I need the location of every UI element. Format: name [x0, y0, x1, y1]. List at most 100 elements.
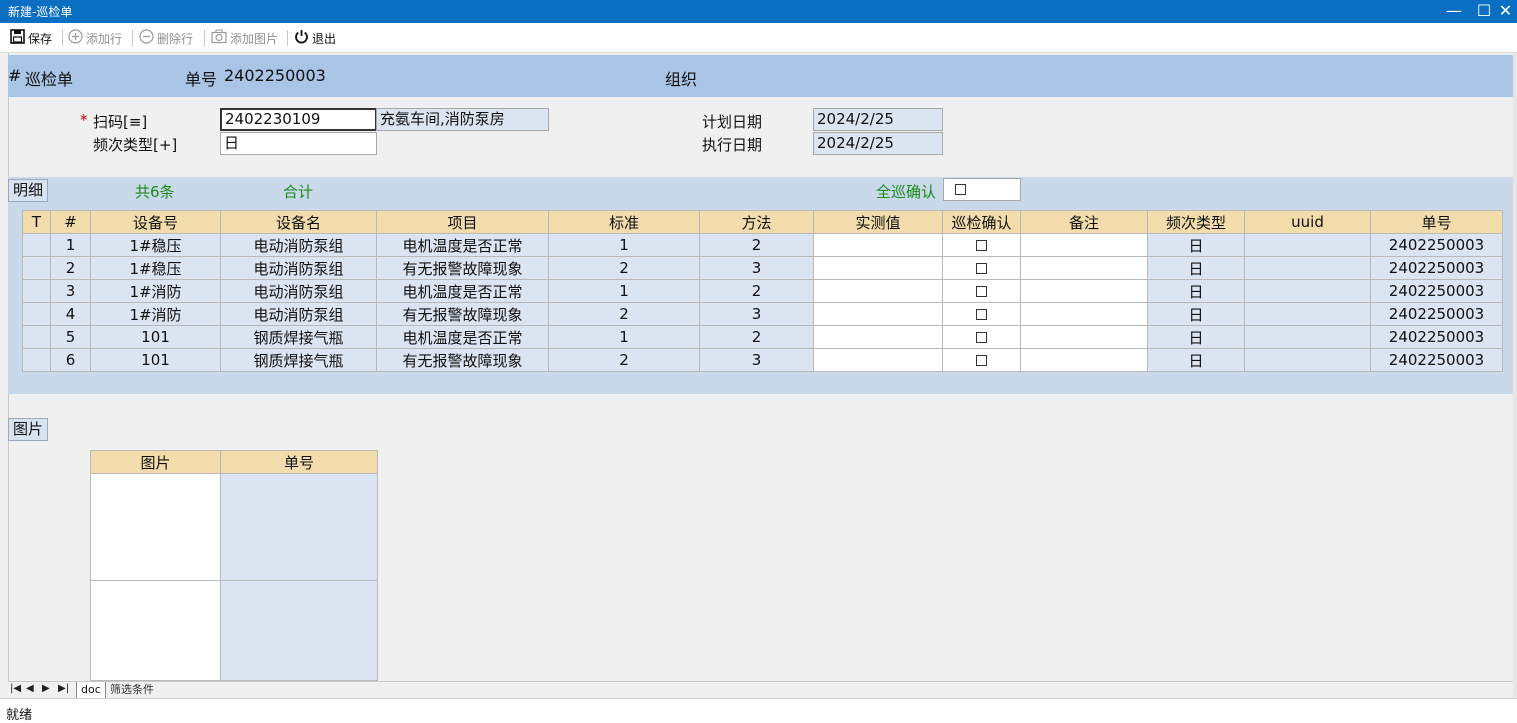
cell-measured[interactable]	[813, 279, 943, 303]
add-image-button[interactable]: 添加图片	[211, 28, 278, 48]
col-header-device-no[interactable]: 设备号	[90, 210, 221, 234]
cell-freq[interactable]: 日	[1147, 256, 1245, 280]
table-row[interactable]: 5 101 钢质焊接气瓶 电机温度是否正常 1 2 日 2402250003	[22, 325, 1503, 349]
image-order-cell[interactable]	[220, 473, 378, 581]
last-sheet-icon[interactable]: ▶|	[58, 683, 69, 694]
cell-uuid[interactable]	[1244, 233, 1371, 257]
prev-sheet-icon[interactable]: ◀	[26, 683, 34, 694]
images-tab[interactable]: 图片	[8, 418, 49, 441]
cell-confirm[interactable]	[942, 233, 1021, 257]
cell-method[interactable]: 2	[699, 325, 814, 349]
cell-method[interactable]: 2	[699, 233, 814, 257]
cell-standard[interactable]: 1	[548, 279, 700, 303]
cell-confirm[interactable]	[942, 325, 1021, 349]
cell-method[interactable]: 3	[699, 256, 814, 280]
col-header-device-name[interactable]: 设备名	[220, 210, 377, 234]
cell-uuid[interactable]	[1244, 348, 1371, 372]
table-row[interactable]: 4 1#消防 电动消防泵组 有无报警故障现象 2 3 日 2402250003	[22, 302, 1503, 326]
col-header-index[interactable]: #	[50, 210, 91, 234]
sheet-tab-doc[interactable]: doc	[76, 682, 106, 698]
cell-device-name[interactable]: 电动消防泵组	[220, 256, 377, 280]
cell-measured[interactable]	[813, 256, 943, 280]
cell-device-name[interactable]: 电动消防泵组	[220, 302, 377, 326]
cell-freq[interactable]: 日	[1147, 348, 1245, 372]
cell-item[interactable]: 有无报警故障现象	[376, 256, 549, 280]
cell-device-name[interactable]: 钢质焊接气瓶	[220, 348, 377, 372]
cell-device-no[interactable]: 101	[90, 325, 221, 349]
cell-item[interactable]: 有无报警故障现象	[376, 302, 549, 326]
table-row[interactable]: 1 1#稳压 电动消防泵组 电机温度是否正常 1 2 日 2402250003	[22, 233, 1503, 257]
cell-remark[interactable]	[1020, 233, 1148, 257]
image-order-cell[interactable]	[220, 580, 378, 681]
close-button[interactable]: ✕	[1494, 0, 1517, 23]
cell-measured[interactable]	[813, 348, 943, 372]
cell-freq[interactable]: 日	[1147, 233, 1245, 257]
col-header-measured[interactable]: 实测值	[813, 210, 943, 234]
table-row[interactable]: 6 101 钢质焊接气瓶 有无报警故障现象 2 3 日 2402250003	[22, 348, 1503, 372]
cell-uuid[interactable]	[1244, 325, 1371, 349]
cell-order-no[interactable]: 2402250003	[1370, 256, 1503, 280]
cell-method[interactable]: 3	[699, 348, 814, 372]
col-header-t[interactable]: T	[22, 210, 51, 234]
col-header-uuid[interactable]: uuid	[1244, 210, 1371, 234]
cell-order-no[interactable]: 2402250003	[1370, 233, 1503, 257]
row-selector[interactable]	[22, 325, 51, 349]
table-row[interactable]: 2 1#稳压 电动消防泵组 有无报警故障现象 2 3 日 2402250003	[22, 256, 1503, 280]
row-selector[interactable]	[22, 348, 51, 372]
cell-freq[interactable]: 日	[1147, 302, 1245, 326]
cell-standard[interactable]: 2	[548, 256, 700, 280]
cell-remark[interactable]	[1020, 302, 1148, 326]
image-row[interactable]	[90, 580, 378, 681]
cell-uuid[interactable]	[1244, 302, 1371, 326]
cell-confirm[interactable]	[942, 279, 1021, 303]
confirm-all-checkbox[interactable]	[955, 184, 966, 195]
cell-standard[interactable]: 1	[548, 233, 700, 257]
cell-remark[interactable]	[1020, 325, 1148, 349]
confirm-checkbox[interactable]	[976, 263, 987, 274]
cell-remark[interactable]	[1020, 279, 1148, 303]
cell-measured[interactable]	[813, 325, 943, 349]
cell-confirm[interactable]	[942, 256, 1021, 280]
cell-uuid[interactable]	[1244, 256, 1371, 280]
cell-order-no[interactable]: 2402250003	[1370, 279, 1503, 303]
cell-confirm[interactable]	[942, 302, 1021, 326]
vertical-scrollbar[interactable]	[1513, 53, 1517, 698]
confirm-checkbox[interactable]	[976, 286, 987, 297]
cell-method[interactable]: 2	[699, 279, 814, 303]
cell-item[interactable]: 有无报警故障现象	[376, 348, 549, 372]
sheet-tab-filter[interactable]: 筛选条件	[106, 682, 158, 698]
col-header-remark[interactable]: 备注	[1020, 210, 1148, 234]
cell-freq[interactable]: 日	[1147, 325, 1245, 349]
scan-input[interactable]: 2402230109	[220, 108, 377, 131]
detail-tab[interactable]: 明细	[8, 179, 49, 202]
cell-uuid[interactable]	[1244, 279, 1371, 303]
confirm-all-cell[interactable]	[943, 178, 1021, 201]
add-row-button[interactable]: 添加行	[68, 28, 122, 48]
cell-device-no[interactable]: 1#稳压	[90, 233, 221, 257]
cell-device-no[interactable]: 101	[90, 348, 221, 372]
image-row[interactable]	[90, 473, 378, 581]
table-row[interactable]: 3 1#消防 电动消防泵组 电机温度是否正常 1 2 日 2402250003	[22, 279, 1503, 303]
cell-freq[interactable]: 日	[1147, 279, 1245, 303]
col-header-image[interactable]: 图片	[90, 450, 221, 474]
cell-item[interactable]: 电机温度是否正常	[376, 233, 549, 257]
cell-item[interactable]: 电机温度是否正常	[376, 279, 549, 303]
row-selector[interactable]	[22, 256, 51, 280]
cell-method[interactable]: 3	[699, 302, 814, 326]
col-header-item[interactable]: 项目	[376, 210, 549, 234]
cell-device-no[interactable]: 1#消防	[90, 302, 221, 326]
row-selector[interactable]	[22, 302, 51, 326]
delete-row-button[interactable]: 删除行	[139, 28, 193, 48]
confirm-checkbox[interactable]	[976, 309, 987, 320]
confirm-checkbox[interactable]	[976, 240, 987, 251]
row-selector[interactable]	[22, 279, 51, 303]
cell-order-no[interactable]: 2402250003	[1370, 348, 1503, 372]
cell-remark[interactable]	[1020, 256, 1148, 280]
col-header-standard[interactable]: 标准	[548, 210, 700, 234]
cell-device-no[interactable]: 1#消防	[90, 279, 221, 303]
col-header-order-no[interactable]: 单号	[1370, 210, 1503, 234]
row-selector[interactable]	[22, 233, 51, 257]
exit-button[interactable]: 退出	[294, 28, 336, 48]
cell-order-no[interactable]: 2402250003	[1370, 325, 1503, 349]
freq-input[interactable]: 日	[220, 132, 377, 155]
